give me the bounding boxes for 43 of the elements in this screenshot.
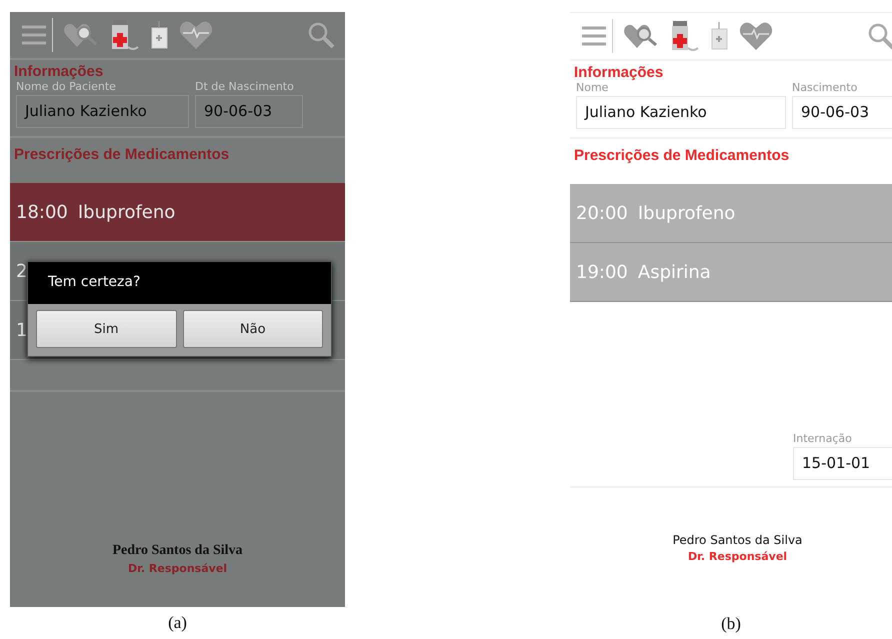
time-label: 20:00 — [576, 202, 628, 224]
section-title: Prescrições de Medicamentos — [13, 146, 230, 163]
heart-search-icon[interactable] — [63, 21, 99, 49]
search-icon[interactable] — [307, 21, 335, 49]
drug-name: Ibuprofeno — [638, 202, 736, 224]
doctor-name: Pedro Santos da Silva — [672, 533, 802, 547]
field-label: Internação — [793, 432, 852, 447]
field-label: Nome — [576, 81, 608, 96]
field-label: Dt de Nascimento — [195, 80, 294, 95]
medicine-bottle-icon[interactable] — [669, 20, 699, 52]
heart-pulse-icon[interactable] — [739, 21, 773, 51]
time-label: 1 — [16, 320, 28, 340]
drug-name: Aspirina — [638, 262, 711, 282]
heart-search-icon[interactable] — [623, 22, 659, 50]
drug-name: Ibuprofeno — [78, 202, 176, 222]
section-title: Informações — [13, 63, 104, 80]
prescription-row[interactable]: 18:00 Ibuprofeno — [10, 183, 345, 242]
time-label: 18:00 — [16, 202, 68, 222]
section-title: Prescrições de Medicamentos — [573, 147, 790, 164]
dialog-button[interactable]: Sim — [36, 310, 176, 348]
menu-icon[interactable] — [20, 24, 48, 46]
field-label: Nome do Paciente — [16, 80, 116, 95]
figure-caption: (a) — [168, 613, 187, 633]
doctor-role: Dr. Responsável — [688, 550, 788, 563]
time-label: 19:00 — [576, 262, 628, 282]
heart-pulse-icon[interactable] — [179, 20, 213, 50]
dialog-title: Tem certeza? — [47, 273, 142, 292]
search-icon[interactable] — [867, 22, 892, 50]
medicine-bag-icon[interactable] — [149, 20, 169, 50]
medicine-bag-icon[interactable] — [709, 21, 729, 51]
field-label: Nascimento — [792, 81, 858, 96]
input-field[interactable]: 90-06-03 — [195, 95, 303, 128]
section-title: Informações — [573, 64, 664, 81]
input-field[interactable]: Juliano Kazienko — [576, 96, 786, 129]
input-field[interactable]: Juliano Kazienko — [16, 95, 189, 128]
input-field[interactable]: 90-06-03 — [792, 96, 892, 129]
dialog-button[interactable]: Não — [182, 310, 323, 348]
doctor-role: Dr. Responsável — [128, 562, 228, 575]
menu-icon[interactable] — [580, 25, 608, 47]
input-field[interactable]: 15-01-01 — [793, 447, 892, 480]
figure-caption: (b) — [721, 614, 741, 634]
time-label: 2 — [16, 260, 28, 282]
doctor-name: Pedro Santos da Silva — [112, 543, 243, 559]
